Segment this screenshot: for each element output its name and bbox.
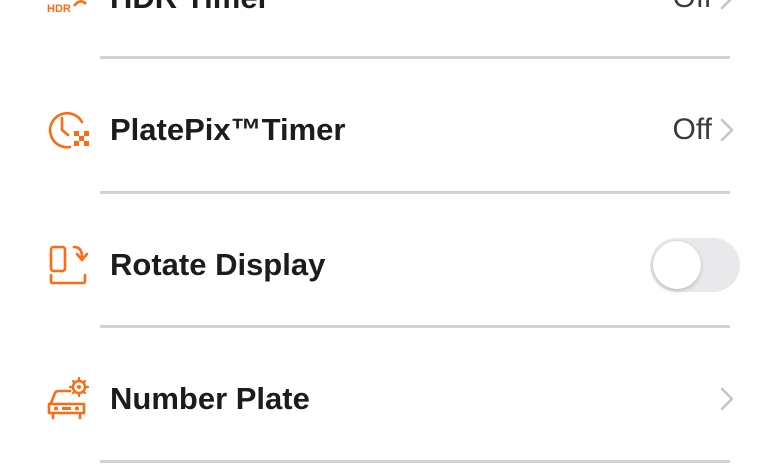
chevron-right-icon xyxy=(720,387,734,411)
row-divider xyxy=(100,191,730,194)
settings-row-label: Rotate Display xyxy=(110,247,326,282)
settings-screen: HDR HDR Timer Off PlatePix™Timer Off xyxy=(0,0,780,470)
chevron-right-icon xyxy=(720,118,734,142)
chevron-right-icon xyxy=(720,0,732,10)
platepix-timer-icon xyxy=(48,111,89,149)
settings-row-hdr-timer[interactable]: HDR HDR Timer Off xyxy=(0,0,780,48)
settings-row-rotate-display: Rotate Display xyxy=(0,215,780,315)
number-plate-icon xyxy=(47,377,90,420)
settings-row-value: Off xyxy=(673,0,712,15)
settings-row-label: HDR Timer xyxy=(110,0,270,16)
hdr-timer-icon: HDR xyxy=(47,0,87,15)
rotate-display-toggle[interactable] xyxy=(650,238,740,292)
settings-row-platepix-timer[interactable]: PlatePix™Timer Off xyxy=(0,80,780,180)
settings-row-label: PlatePix™Timer xyxy=(110,112,346,147)
settings-row-number-plate[interactable]: Number Plate xyxy=(0,349,780,449)
toggle-knob xyxy=(653,241,701,289)
settings-row-label: Number Plate xyxy=(110,381,310,416)
row-divider xyxy=(100,325,730,328)
row-divider xyxy=(100,460,730,463)
row-divider xyxy=(100,56,730,59)
svg-text:HDR: HDR xyxy=(47,3,71,15)
settings-row-value: Off xyxy=(672,113,712,146)
rotate-display-icon xyxy=(49,245,89,285)
